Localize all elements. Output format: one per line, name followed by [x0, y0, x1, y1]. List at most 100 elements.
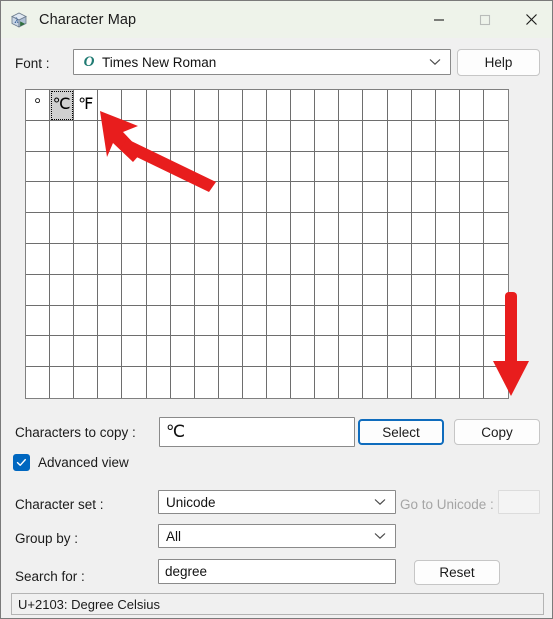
character-cell[interactable] — [483, 275, 508, 306]
character-cell[interactable] — [484, 367, 508, 398]
character-cell[interactable] — [483, 121, 508, 152]
character-cell[interactable] — [411, 336, 436, 368]
character-cell[interactable] — [387, 274, 412, 306]
character-cell[interactable] — [315, 305, 340, 337]
character-cell[interactable] — [459, 213, 484, 244]
character-cell[interactable] — [98, 367, 123, 398]
character-cell[interactable] — [363, 182, 388, 214]
reset-button[interactable]: Reset — [414, 560, 500, 585]
character-cell[interactable] — [122, 336, 147, 368]
character-cell[interactable] — [339, 367, 364, 398]
character-cell[interactable] — [387, 120, 412, 152]
minimize-button[interactable] — [416, 1, 462, 38]
character-cell[interactable] — [74, 243, 99, 275]
character-cell[interactable] — [146, 274, 171, 306]
character-cell[interactable] — [98, 182, 123, 214]
character-cell[interactable] — [315, 336, 340, 368]
character-cell[interactable] — [26, 305, 51, 337]
character-cell[interactable] — [74, 305, 99, 337]
close-button[interactable] — [508, 1, 552, 38]
character-cell[interactable] — [483, 213, 508, 244]
character-cell[interactable] — [50, 243, 75, 275]
character-cell[interactable] — [435, 243, 460, 275]
character-cell[interactable] — [435, 90, 460, 121]
character-cell[interactable] — [170, 120, 195, 152]
character-cell[interactable] — [242, 213, 267, 244]
character-cell[interactable] — [291, 182, 316, 214]
character-cell[interactable] — [98, 213, 123, 244]
character-cell[interactable] — [339, 182, 364, 214]
character-cell[interactable] — [435, 151, 460, 183]
character-grid[interactable]: ° ℃ ℉ — [25, 89, 509, 399]
character-cell[interactable] — [267, 90, 292, 121]
advanced-view-checkbox[interactable]: Advanced view — [13, 454, 129, 471]
character-cell[interactable] — [267, 182, 292, 214]
character-cell[interactable] — [291, 274, 316, 306]
character-cell[interactable] — [267, 213, 292, 244]
font-combobox[interactable]: O Times New Roman — [73, 49, 451, 75]
character-cell[interactable] — [194, 213, 219, 244]
character-cell[interactable] — [363, 305, 388, 337]
character-cell[interactable] — [315, 274, 340, 306]
character-cell[interactable] — [291, 151, 316, 183]
character-cell[interactable] — [459, 182, 484, 214]
character-cell[interactable]: ℉ — [74, 90, 99, 121]
character-cell[interactable] — [194, 274, 219, 306]
character-cell[interactable] — [459, 120, 484, 152]
character-cell[interactable] — [195, 367, 219, 398]
character-cell[interactable] — [170, 274, 195, 306]
character-cell[interactable] — [291, 243, 316, 275]
character-cell[interactable] — [194, 182, 219, 214]
character-cell[interactable] — [242, 243, 267, 275]
character-cell[interactable] — [122, 90, 147, 121]
character-cell[interactable] — [315, 151, 340, 183]
character-cell[interactable] — [194, 120, 219, 152]
character-cell[interactable] — [315, 213, 340, 244]
character-cell[interactable] — [218, 274, 243, 306]
character-cell[interactable] — [267, 336, 292, 368]
character-cell[interactable] — [291, 336, 316, 368]
character-cell[interactable] — [50, 274, 75, 306]
character-cell[interactable] — [435, 120, 460, 152]
character-cell[interactable] — [26, 336, 51, 368]
character-set-combobox[interactable]: Unicode — [158, 490, 396, 514]
character-cell[interactable] — [483, 152, 508, 183]
character-cell[interactable] — [74, 151, 99, 183]
character-cell[interactable] — [146, 243, 171, 275]
character-cell[interactable] — [435, 213, 460, 244]
character-cell[interactable] — [50, 120, 75, 152]
character-cell[interactable] — [122, 151, 147, 183]
copy-button[interactable]: Copy — [454, 419, 540, 445]
character-cell[interactable] — [98, 243, 123, 275]
character-cell[interactable] — [291, 213, 316, 244]
character-cell[interactable] — [170, 182, 195, 214]
character-cell[interactable] — [98, 151, 123, 183]
character-cell[interactable] — [26, 274, 51, 306]
character-cell[interactable] — [146, 120, 171, 152]
character-cell[interactable] — [363, 90, 388, 121]
character-cell[interactable] — [411, 243, 436, 275]
character-cell[interactable] — [74, 182, 99, 214]
character-cell[interactable] — [267, 274, 292, 306]
character-cell[interactable] — [291, 305, 316, 337]
character-cell[interactable] — [218, 336, 243, 368]
character-cell[interactable] — [26, 243, 51, 275]
character-cell[interactable] — [194, 305, 219, 337]
character-cell[interactable] — [218, 182, 243, 214]
character-cell[interactable] — [459, 90, 484, 121]
character-cell[interactable] — [339, 305, 364, 337]
go-to-unicode-input[interactable] — [498, 490, 540, 514]
character-cell[interactable] — [387, 243, 412, 275]
character-cell[interactable] — [363, 336, 388, 368]
character-cell[interactable] — [339, 90, 364, 121]
character-cell[interactable] — [98, 90, 123, 121]
character-cell[interactable] — [122, 213, 147, 244]
character-cell[interactable] — [388, 367, 412, 398]
character-cell[interactable] — [74, 336, 99, 368]
character-cell[interactable] — [170, 305, 195, 337]
character-cell[interactable] — [411, 90, 436, 121]
character-cell[interactable] — [315, 243, 340, 275]
character-cell[interactable] — [122, 182, 147, 214]
character-cell[interactable] — [267, 151, 292, 183]
character-cell[interactable] — [98, 274, 123, 306]
